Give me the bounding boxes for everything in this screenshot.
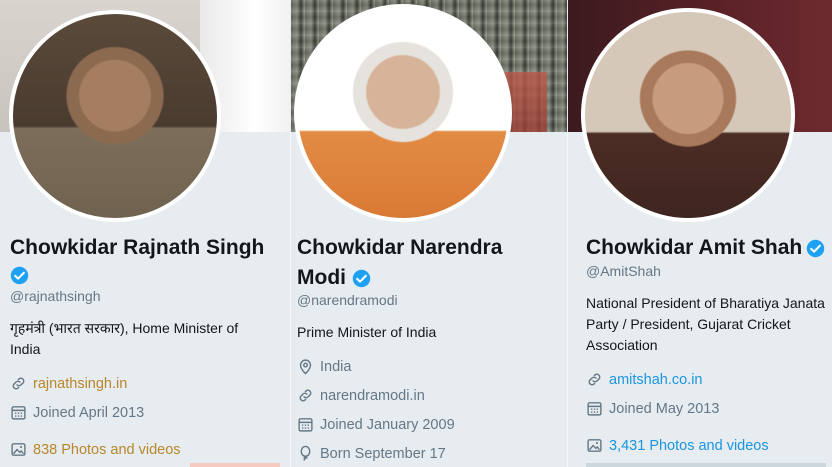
joined-date: Joined April 2013 (33, 404, 145, 421)
profile-name-text[interactable]: Chowkidar Narendra (297, 233, 557, 263)
balloon-icon (300, 445, 311, 461)
link-icon (12, 377, 25, 390)
bio-line: Association (586, 337, 658, 353)
profile-name-text[interactable]: Modi (297, 263, 346, 293)
profile-media[interactable]: 838 Photos and videos (10, 441, 181, 458)
profile-name[interactable]: Chowkidar Narendra Modi (297, 233, 557, 293)
joined-date: Joined May 2013 (609, 400, 720, 417)
profile-name-text[interactable]: Chowkidar Amit Shah (586, 233, 802, 263)
profile-media[interactable]: 3,431 Photos and videos (586, 437, 769, 454)
profile-bio: National President of Bharatiya Janata P… (586, 293, 830, 356)
calendar-icon (298, 418, 313, 432)
photo-icon (11, 443, 26, 456)
profile-handle[interactable]: @narendramodi (297, 292, 398, 308)
bio-line: Party / President, Gujarat Cricket (586, 316, 791, 332)
photo-icon (587, 439, 602, 452)
verified-badge-icon (807, 239, 825, 257)
column-divider (567, 132, 568, 467)
verified-badge-icon (10, 266, 29, 285)
bio-line: India (10, 341, 41, 357)
joined-date: Joined January 2009 (320, 416, 455, 433)
profile-location: India (297, 358, 351, 375)
profile-joined: Joined May 2013 (586, 400, 719, 417)
media-link[interactable]: 3,431 Photos and videos (609, 438, 769, 454)
profile-bio: गृहमंत्री (भारत सरकार), Home Minister of… (10, 318, 280, 360)
profile-bio: Prime Minister of India (297, 324, 437, 340)
birthday-text: Born September 17 (320, 445, 446, 462)
calendar-icon (587, 402, 602, 416)
profile-website[interactable]: narendramodi.in (297, 387, 425, 404)
media-link[interactable]: 838 Photos and videos (33, 442, 181, 458)
avatar-modi[interactable] (294, 4, 512, 222)
website-link[interactable]: rajnathsingh.in (33, 376, 127, 392)
profile-name-text[interactable]: Chowkidar Rajnath Singh (10, 236, 264, 259)
bio-line: National President of Bharatiya Janata (586, 295, 825, 311)
profile-website[interactable]: rajnathsingh.in (10, 375, 127, 392)
verified-badge-icon (352, 269, 371, 287)
profile-handle[interactable]: @AmitShah (586, 263, 661, 279)
link-icon (299, 389, 312, 402)
avatar-rajnath[interactable] (9, 10, 221, 222)
link-icon (588, 373, 601, 386)
profile-joined: Joined April 2013 (10, 404, 144, 421)
profile-handle[interactable]: @rajnathsingh (10, 288, 101, 304)
profile-birthday: Born September 17 (297, 445, 446, 462)
profile-joined: Joined January 2009 (297, 416, 455, 433)
location-text: India (320, 358, 352, 375)
profile-name[interactable]: Chowkidar Amit Shah (586, 233, 825, 263)
media-thumbnails[interactable] (586, 463, 826, 467)
website-link[interactable]: narendramodi.in (320, 388, 425, 404)
website-link[interactable]: amitshah.co.in (609, 372, 703, 388)
profile-name[interactable]: Chowkidar Rajnath Singh (10, 233, 264, 263)
bio-line: गृहमंत्री (भारत सरकार), Home Minister of (10, 320, 239, 336)
avatar-amit[interactable] (581, 8, 795, 222)
profile-website[interactable]: amitshah.co.in (586, 371, 703, 388)
location-icon (299, 359, 312, 375)
column-divider (290, 132, 291, 467)
calendar-icon (11, 406, 26, 420)
media-thumbnails[interactable] (190, 463, 280, 467)
